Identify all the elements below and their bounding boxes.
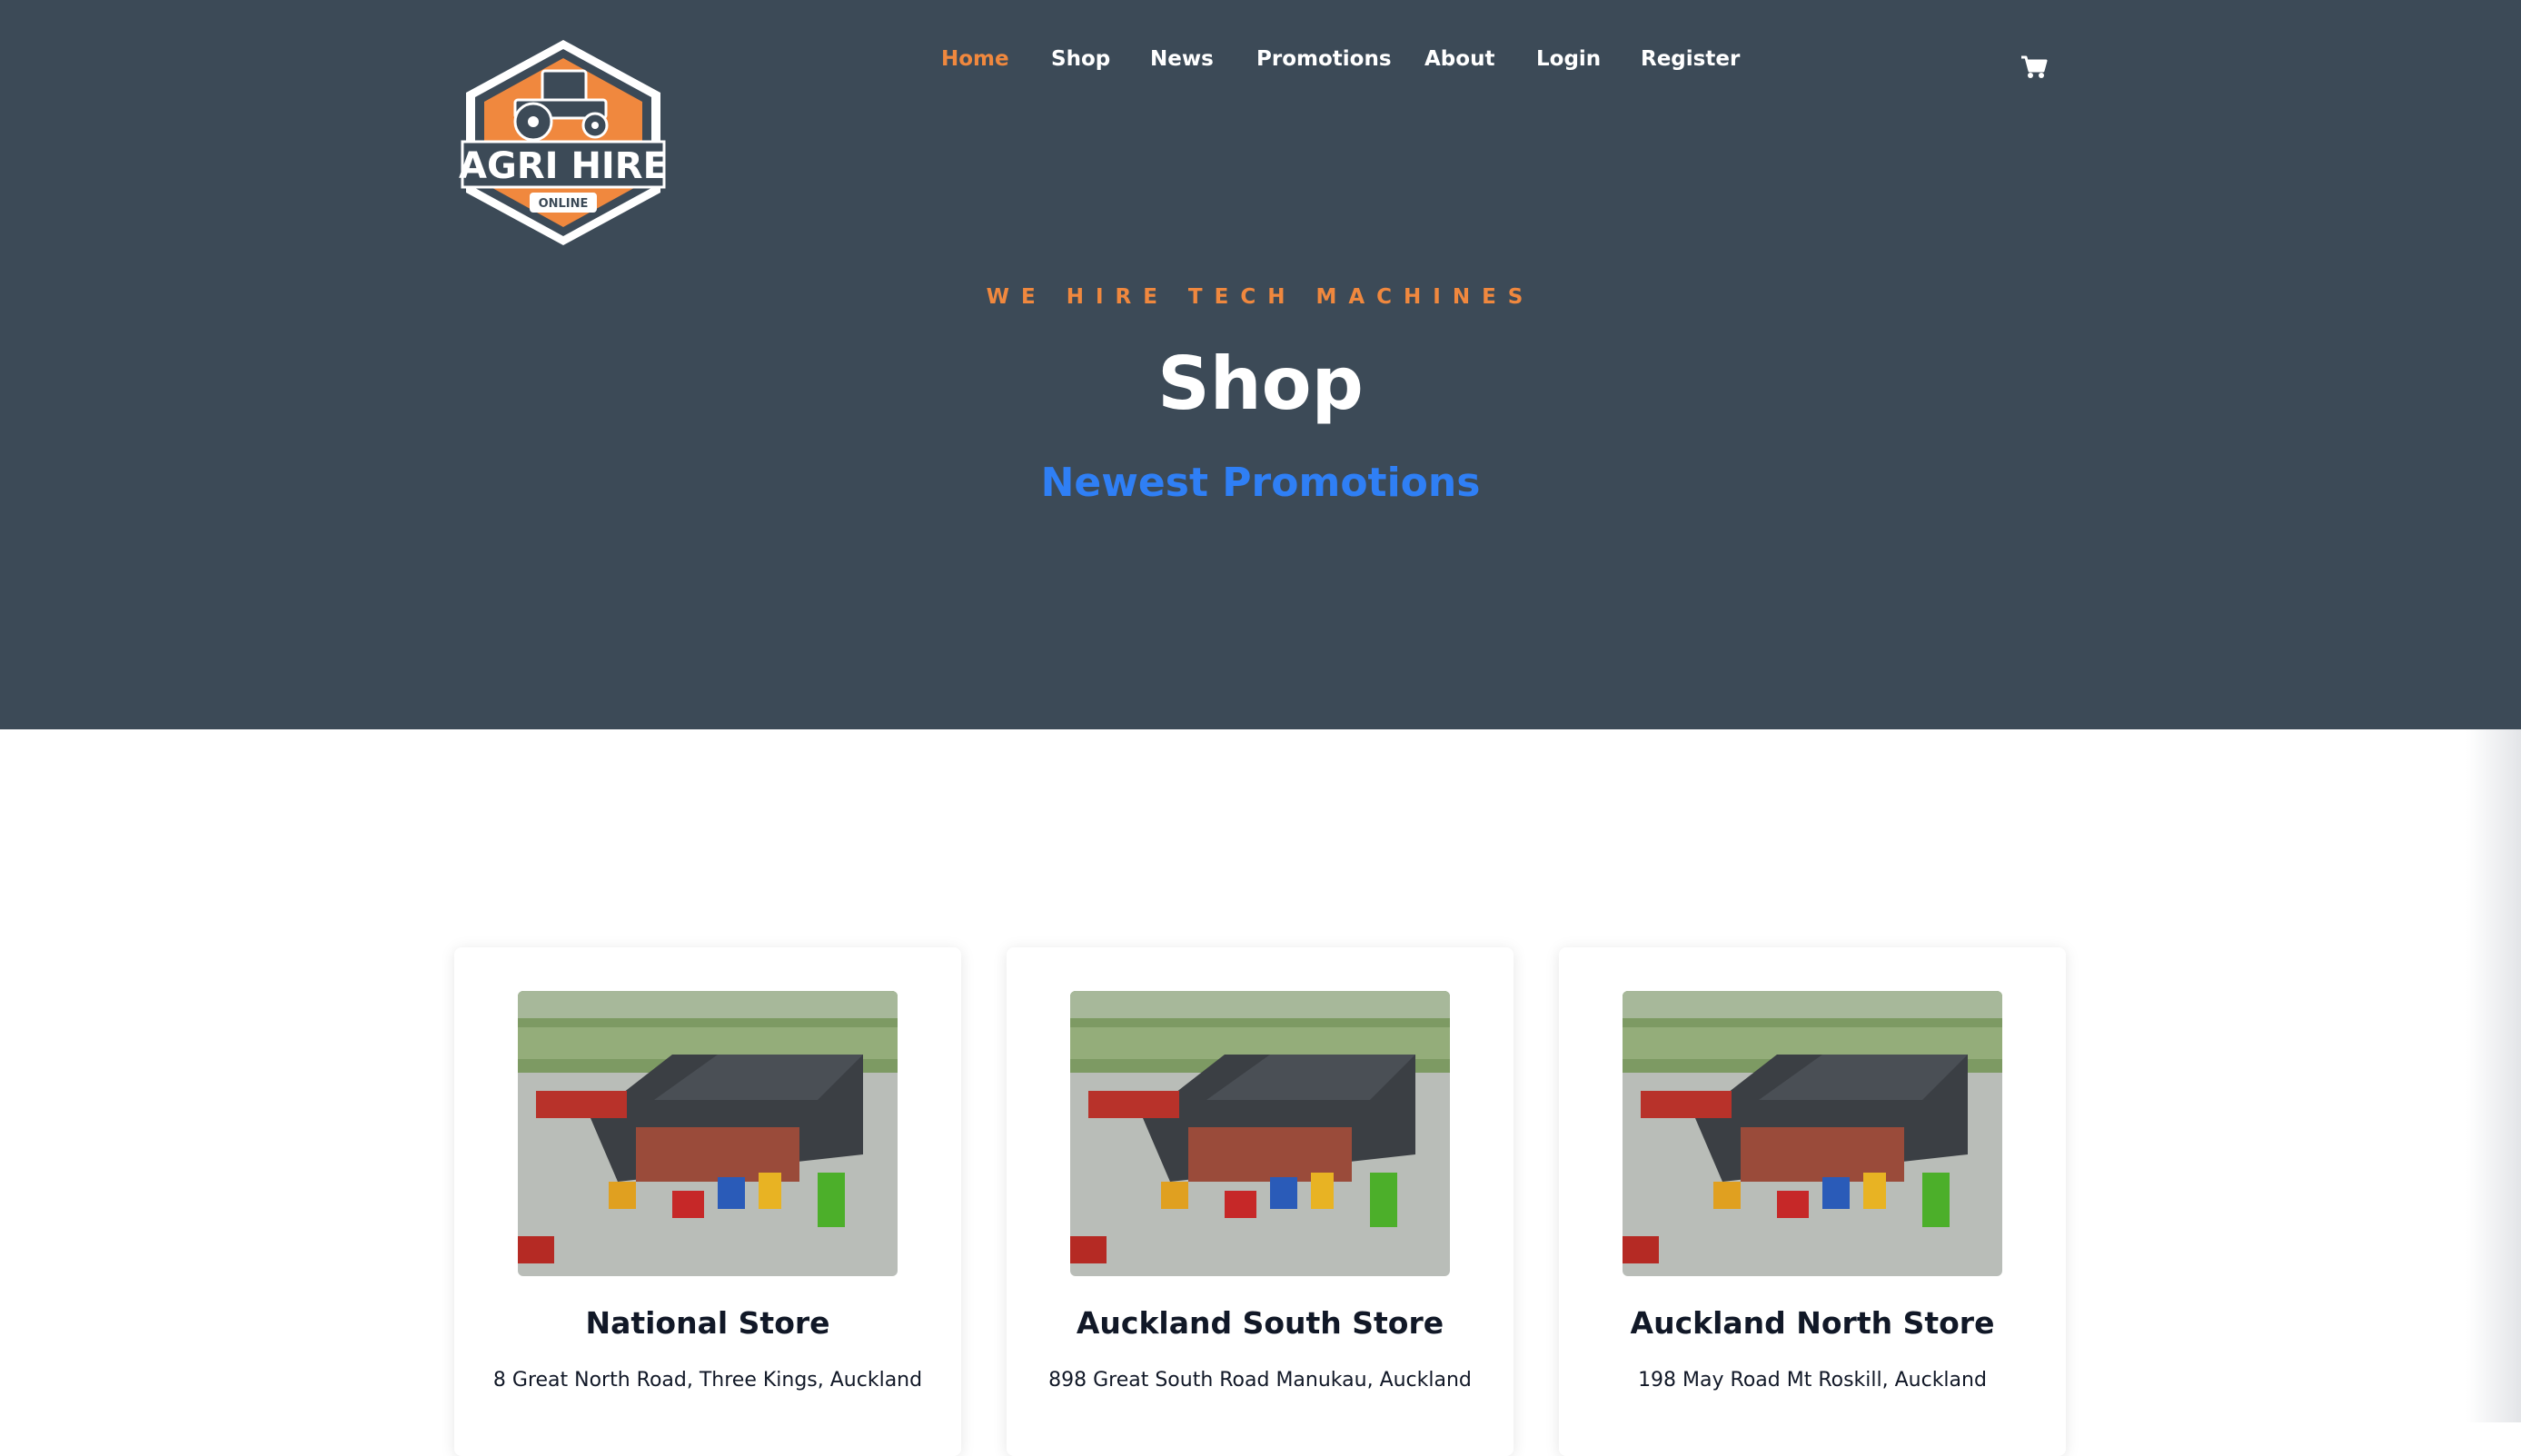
store-address: 8 Great North Road, Three Kings, Aucklan… (492, 1369, 923, 1392)
store-card[interactable]: National Store 8 Great North Road, Three… (454, 947, 961, 1456)
nav-about[interactable]: About (1424, 47, 1494, 71)
main-nav: Home Shop News Promotions About Login Re… (0, 47, 2521, 87)
nav-promotions[interactable]: Promotions (1256, 47, 1392, 71)
store-card[interactable]: Auckland South Store 898 Great South Roa… (1007, 947, 1514, 1456)
store-card[interactable]: Auckland North Store 198 May Road Mt Ros… (1559, 947, 2066, 1456)
nav-register[interactable]: Register (1641, 47, 1740, 71)
logo-subtext: ONLINE (539, 197, 589, 211)
shopping-cart-icon[interactable] (2020, 54, 2048, 80)
nav-home[interactable]: Home (941, 47, 1009, 71)
nav-news[interactable]: News (1150, 47, 1214, 71)
store-name: Auckland South Store (1076, 1305, 1444, 1341)
newest-promotions-link[interactable]: Newest Promotions (0, 460, 2521, 506)
store-image (518, 991, 898, 1276)
store-name: Auckland North Store (1630, 1305, 1995, 1341)
store-address: 898 Great South Road Manukau, Auckland (1048, 1369, 1472, 1392)
nav-login[interactable]: Login (1536, 47, 1601, 71)
right-edge-shadow (2466, 729, 2521, 1422)
store-name: National Store (585, 1305, 830, 1341)
nav-shop[interactable]: Shop (1051, 47, 1110, 71)
store-image (1070, 991, 1450, 1276)
logo-text: AGRI HIRE (459, 145, 668, 187)
hero-tagline: WE HIRE TECH MACHINES (986, 285, 1535, 309)
store-address: 198 May Road Mt Roskill, Auckland (1638, 1369, 1987, 1392)
page-title: Shop (1157, 342, 1364, 426)
store-image (1623, 991, 2002, 1276)
hero-header: AGRI HIRE ONLINE Home Shop News Promotio… (0, 0, 2521, 729)
